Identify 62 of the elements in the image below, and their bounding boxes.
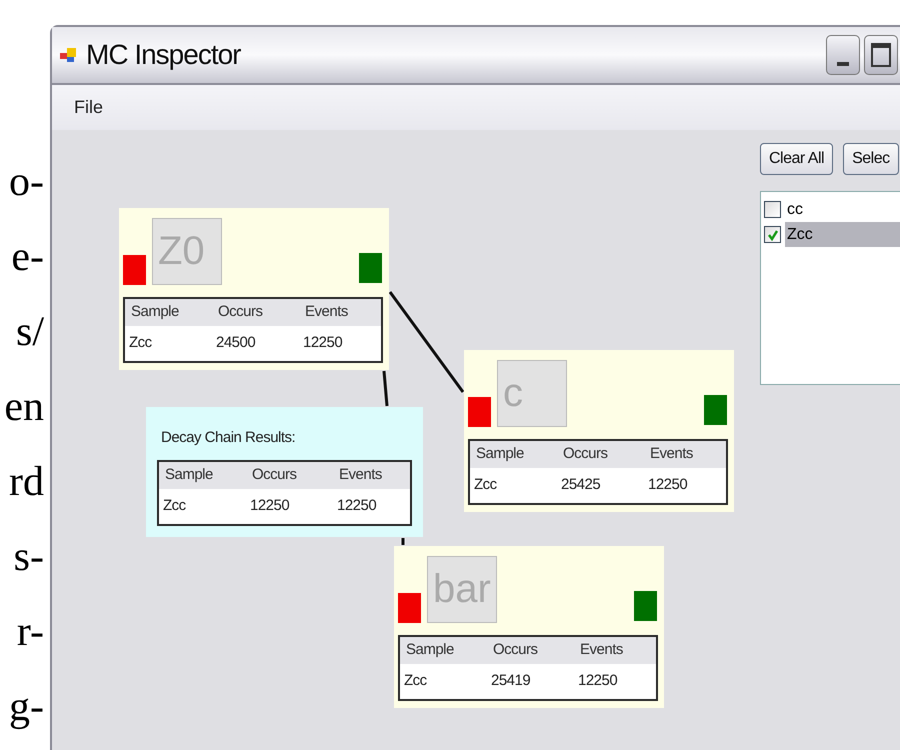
column-header: Events (305, 302, 349, 322)
checkmark-icon (766, 228, 778, 240)
toolbar-button[interactable]: Selec (843, 143, 899, 175)
sample-item[interactable]: Zcc (764, 222, 900, 247)
output-port[interactable] (634, 591, 657, 621)
column-header: Events (650, 444, 694, 464)
table-cell-text: Zcc (404, 671, 428, 692)
table-cell-text: 25425 (561, 475, 602, 496)
table-cell-text: Zcc (129, 333, 153, 354)
page-text: r- (16, 608, 44, 657)
sample-label: cc (786, 200, 804, 220)
sample-item[interactable]: cc (764, 197, 900, 222)
table-cell-text: 25419 (491, 671, 532, 692)
table-cell-text: 12250 (648, 475, 688, 496)
output-port[interactable] (704, 395, 727, 425)
input-port[interactable] (398, 593, 421, 623)
app-icon (60, 46, 78, 64)
node-label: Z0 (152, 218, 222, 285)
sample-label: Zcc (785, 222, 900, 247)
window-title: MC Inspector (86, 38, 240, 72)
page-text: g- (9, 683, 44, 732)
node-card[interactable]: c Sample Occurs Events Zcc 25425 12250 (464, 350, 734, 512)
connector-line (401, 537, 405, 546)
toolbar-button[interactable]: Clear All (760, 143, 834, 175)
column-header: Occurs (218, 302, 264, 322)
column-header: Events (339, 464, 383, 485)
table-cell-text: Zcc (163, 496, 187, 516)
node-card[interactable]: Z0 Sample Occurs Events Zcc 24500 12250 (119, 208, 389, 370)
node-label: bar (427, 556, 497, 623)
minimize-button[interactable] (826, 35, 860, 75)
table-cell-text: 12250 (337, 496, 378, 516)
node-label: c (497, 360, 567, 427)
page-text: s- (14, 533, 44, 582)
column-header: Occurs (563, 444, 609, 464)
column-header: Events (580, 640, 624, 660)
minimize-icon (837, 62, 849, 66)
checkbox[interactable] (764, 201, 781, 218)
maximize-icon (871, 43, 891, 67)
column-header: Occurs (493, 640, 539, 660)
results-title: Decay Chain Results: (161, 428, 296, 448)
table-cell-text: 12250 (303, 333, 344, 354)
checkbox[interactable] (764, 226, 781, 243)
page-text: s/ (16, 308, 44, 357)
column-header: Occurs (252, 464, 298, 485)
page-text: rd (9, 458, 44, 507)
column-header: Sample (406, 640, 455, 660)
table-cell-text: 24500 (216, 333, 256, 354)
page-text: e- (11, 233, 44, 282)
node-card[interactable]: bar Sample Occurs Events Zcc 25419 12250 (394, 546, 664, 708)
output-port[interactable] (359, 253, 382, 283)
column-header: Sample (131, 302, 180, 322)
table-cell-text: 12250 (578, 671, 618, 692)
maximize-button[interactable] (864, 35, 898, 75)
input-port[interactable] (123, 255, 146, 285)
table-cell-text: Zcc (474, 475, 498, 496)
input-port[interactable] (468, 397, 491, 427)
column-header: Sample (476, 444, 525, 464)
column-header: Sample (165, 464, 214, 485)
page-text: o- (9, 158, 44, 207)
table-cell-text: 12250 (250, 496, 290, 516)
menu-item[interactable]: File (74, 94, 104, 121)
page-text: en (4, 383, 44, 432)
